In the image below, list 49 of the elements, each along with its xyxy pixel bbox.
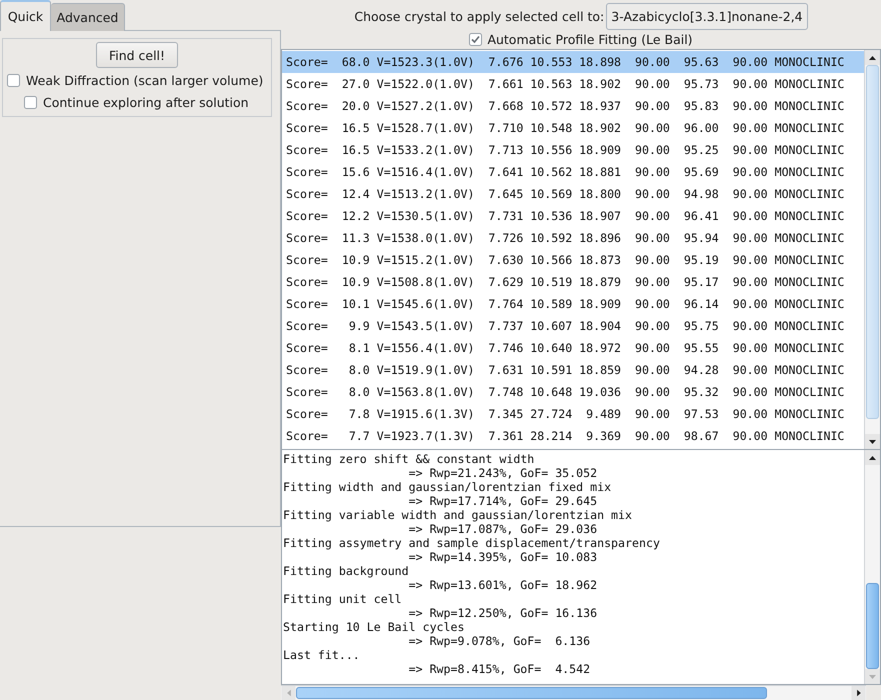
checkbox-label[interactable]: Continue exploring after solution xyxy=(43,94,249,110)
crystal-select-field[interactable]: 3-Azabicyclo[3.3.1]nonane-2,4 xyxy=(606,3,808,30)
log-line: Fitting unit cell xyxy=(283,592,403,606)
log-line: => Rwp=21.243%, GoF= 35.052 xyxy=(408,466,598,480)
cell-list-item[interactable]: Score= 10.9 V=1515.2(1.0V) 7.630 10.566 18.873 90.00 95.19 90.00 MONOCLINIC xyxy=(282,249,864,271)
cell-list-item[interactable]: Score= 12.4 V=1513.2(1.0V) 7.645 10.569 18.800 90.00 94.98 90.00 MONOCLINIC xyxy=(282,183,864,205)
log-line: Fitting variable width and gaussian/lorentzian mix xyxy=(283,508,634,522)
cell-list-item[interactable]: Score= 8.0 V=1563.8(1.0V) 7.748 10.648 19.036 90.00 95.32 90.00 MONOCLINIC xyxy=(282,381,864,403)
cell-list-item[interactable]: Score= 27.0 V=1522.0(1.0V) 7.661 10.563 18.902 90.00 95.73 90.00 MONOCLINIC xyxy=(282,73,864,95)
log-line: => Rwp=9.078%, GoF= 6.136 xyxy=(408,634,592,648)
cell-list-item[interactable]: Score= 16.5 V=1533.2(1.0V) 7.713 10.556 18.909 90.00 95.25 90.00 MONOCLINIC xyxy=(282,139,864,161)
cell-list-item[interactable]: Score= 15.6 V=1516.4(1.0V) 7.641 10.562 18.881 90.00 95.69 90.00 MONOCLINIC xyxy=(282,161,864,183)
log-line: Last fit... xyxy=(283,648,361,662)
scrollbar-thumb[interactable] xyxy=(866,583,879,669)
tab[interactable]: Quick xyxy=(0,0,51,31)
crystal-label: Choose crystal to apply selected cell to: xyxy=(354,9,604,24)
find-cell-button[interactable]: Find cell! xyxy=(96,42,178,68)
tab[interactable]: Advanced xyxy=(51,3,125,31)
log-line: Fitting width and gaussian/lorentzian fixed mix xyxy=(283,480,612,494)
checkbox-label[interactable]: Automatic Profile Fitting (Le Bail) xyxy=(487,32,693,47)
log-line: Starting 10 Le Bail cycles xyxy=(283,620,466,634)
cell-list-item[interactable]: Score= 68.0 V=1523.3(1.0V) 7.676 10.553 18.898 90.00 95.63 90.00 MONOCLINIC xyxy=(282,51,864,73)
cell-list-item[interactable]: Score= 8.1 V=1556.4(1.0V) 7.746 10.640 18.972 90.00 95.55 90.00 MONOCLINIC xyxy=(282,337,864,359)
log-line: => Rwp=13.601%, GoF= 18.962 xyxy=(408,578,598,592)
log-line: => Rwp=14.395%, GoF= 10.083 xyxy=(408,550,598,564)
log-line: Fitting zero shift && constant width xyxy=(283,452,536,466)
cell-list-item[interactable]: Score= 11.3 V=1538.0(1.0V) 7.726 10.592 18.896 90.00 95.94 90.00 MONOCLINIC xyxy=(282,227,864,249)
cell-list-item[interactable]: Score= 10.9 V=1508.8(1.0V) 7.629 10.519 18.879 90.00 95.17 90.00 MONOCLINIC xyxy=(282,271,864,293)
cell-list-item[interactable]: Score= 12.2 V=1530.5(1.0V) 7.731 10.536 18.907 90.00 96.41 90.00 MONOCLINIC xyxy=(282,205,864,227)
cell-list-item[interactable]: Score= 10.1 V=1545.6(1.0V) 7.764 10.589 18.909 90.00 96.14 90.00 MONOCLINIC xyxy=(282,293,864,315)
log-line: => Rwp=12.250%, GoF= 16.136 xyxy=(408,606,598,620)
checkbox[interactable] xyxy=(24,96,37,108)
checkbox-label[interactable]: Weak Diffraction (scan larger volume) xyxy=(26,72,264,88)
scrollbar-thumb[interactable] xyxy=(866,65,879,419)
checkbox[interactable] xyxy=(469,33,482,46)
log-line: => Rwp=17.714%, GoF= 29.645 xyxy=(408,494,598,508)
cell-list-item[interactable]: Score= 8.0 V=1519.9(1.0V) 7.631 10.591 18.859 90.00 94.28 90.00 MONOCLINIC xyxy=(282,359,864,381)
scrollbar-track[interactable] xyxy=(281,685,866,700)
scrollbar-thumb[interactable] xyxy=(296,687,767,699)
log-line: Fitting background xyxy=(283,564,410,578)
cell-list-item[interactable]: Score= 7.8 V=1915.6(1.3V) 7.345 27.724 9.489 90.00 97.53 90.00 MONOCLINIC xyxy=(282,403,864,425)
log-line: Fitting assymetry and sample displacement/transparency xyxy=(283,536,661,550)
cell-list-item[interactable]: Score= 7.7 V=1923.7(1.3V) 7.361 28.214 9.369 90.00 98.67 90.00 MONOCLINIC xyxy=(282,425,864,447)
checkbox[interactable] xyxy=(7,74,20,86)
log-line: => Rwp=8.415%, GoF= 4.542 xyxy=(408,662,592,676)
cell-list-item[interactable]: Score= 20.0 V=1527.2(1.0V) 7.668 10.572 18.937 90.00 95.83 90.00 MONOCLINIC xyxy=(282,95,864,117)
log-line: => Rwp=17.087%, GoF= 29.036 xyxy=(408,522,598,536)
cell-list-item[interactable]: Score= 9.9 V=1543.5(1.0V) 7.737 10.607 18.904 90.00 95.75 90.00 MONOCLINIC xyxy=(282,315,864,337)
cell-list-item[interactable]: Score= 16.5 V=1528.7(1.0V) 7.710 10.548 18.902 90.00 96.00 90.00 MONOCLINIC xyxy=(282,117,864,139)
